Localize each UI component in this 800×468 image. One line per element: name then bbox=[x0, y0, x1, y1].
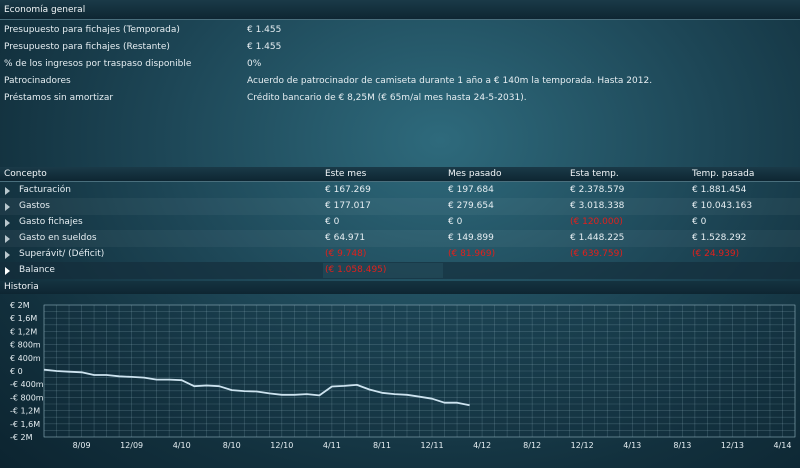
y-tick-label: -€ 400m bbox=[10, 380, 44, 389]
x-tick-label: 12/12 bbox=[571, 441, 594, 450]
x-tick-label: 8/11 bbox=[373, 441, 391, 450]
y-tick-label: € 400m bbox=[10, 354, 41, 363]
value-last-season: € 1.528.292 bbox=[692, 233, 747, 243]
value-this-season: € 3.018.338 bbox=[570, 201, 625, 211]
value-this-month: € 167.269 bbox=[325, 185, 371, 195]
table-row-wages[interactable]: Gasto en sueldos € 64.971 € 149.899 € 1.… bbox=[0, 230, 800, 247]
row-value: 0% bbox=[247, 59, 262, 69]
value-this-month: € 64.971 bbox=[325, 233, 366, 243]
x-tick-label: 12/11 bbox=[420, 441, 443, 450]
value-this-season: (€ 120.000) bbox=[570, 217, 623, 227]
y-tick-label: -€ 1,2M bbox=[10, 407, 40, 416]
y-tick-label: € 1,2M bbox=[10, 327, 37, 336]
row-value: € 1.455 bbox=[247, 42, 282, 52]
y-tick-label: -€ 800m bbox=[10, 393, 44, 402]
balance-value: (€ 1.058.495) bbox=[325, 265, 387, 275]
economy-header: Economía general bbox=[0, 0, 800, 20]
col-header-concept[interactable]: Concepto bbox=[4, 169, 47, 179]
economy-header-title: Economía general bbox=[4, 5, 86, 15]
table-row-surplus-deficit[interactable]: Superávit/ (Déficit) (€ 9.748) (€ 81.969… bbox=[0, 246, 800, 263]
concept-label: Facturación bbox=[19, 185, 71, 195]
value-last-month: € 279.654 bbox=[448, 201, 494, 211]
economy-row-transfer-income-percent: % de los ingresos por traspaso disponibl… bbox=[0, 56, 800, 73]
economy-row-sponsors: Patrocinadores Acuerdo de patrocinador d… bbox=[0, 73, 800, 90]
history-chart: € 2M € 1,6M € 1,2M € 800m € 400m € 0 -€ 400m -€… bbox=[10, 301, 796, 450]
row-label: Presupuesto para fichajes (Restante) bbox=[4, 42, 170, 52]
y-tick-label: € 800m bbox=[10, 341, 41, 350]
expand-arrow-icon[interactable] bbox=[5, 203, 10, 211]
value-last-season: € 10.043.163 bbox=[692, 201, 753, 211]
value-last-season: (€ 24.939) bbox=[692, 249, 740, 259]
value-last-month: (€ 81.969) bbox=[448, 249, 496, 259]
row-value: Acuerdo de patrocinador de camiseta dura… bbox=[247, 76, 653, 86]
x-tick-label: 8/12 bbox=[523, 441, 541, 450]
x-tick-label: 8/09 bbox=[73, 441, 91, 450]
table-row-expenses[interactable]: Gastos € 177.017 € 279.654 € 3.018.338 €… bbox=[0, 198, 800, 215]
row-label: % de los ingresos por traspaso disponibl… bbox=[4, 59, 192, 69]
row-value: Crédito bancario de € 8,25M (€ 65m/al me… bbox=[247, 93, 527, 103]
concept-label: Superávit/ (Déficit) bbox=[19, 249, 105, 259]
value-last-season: € 1.881.454 bbox=[692, 185, 747, 195]
concept-label: Gasto fichajes bbox=[19, 217, 83, 227]
expand-arrow-icon[interactable] bbox=[5, 267, 10, 275]
col-header-this-month[interactable]: Este mes bbox=[325, 169, 366, 179]
row-label: Presupuesto para fichajes (Temporada) bbox=[4, 25, 180, 35]
value-this-season: € 1.448.225 bbox=[570, 233, 625, 243]
y-tick-label: -€ 1,6M bbox=[10, 420, 40, 429]
economy-row-loans: Préstamos sin amortizar Crédito bancario… bbox=[0, 90, 800, 107]
value-this-month: € 0 bbox=[325, 217, 340, 227]
value-last-season: € 0 bbox=[692, 217, 707, 227]
row-value: € 1.455 bbox=[247, 25, 282, 35]
col-header-last-season[interactable]: Temp. pasada bbox=[692, 169, 754, 179]
row-label: Préstamos sin amortizar bbox=[4, 93, 114, 103]
x-tick-label: 4/10 bbox=[173, 441, 191, 450]
row-label: Patrocinadores bbox=[4, 76, 71, 86]
value-last-month: € 149.899 bbox=[448, 233, 494, 243]
expand-arrow-icon[interactable] bbox=[5, 251, 10, 259]
x-tick-label: 4/13 bbox=[623, 441, 641, 450]
col-header-this-season[interactable]: Esta temp. bbox=[570, 169, 619, 179]
value-last-month: € 197.684 bbox=[448, 185, 494, 195]
x-tick-label: 12/13 bbox=[721, 441, 744, 450]
value-this-month: (€ 9.748) bbox=[325, 249, 367, 259]
y-tick-label: € 0 bbox=[10, 367, 23, 376]
x-tick-label: 12/09 bbox=[120, 441, 143, 450]
y-tick-label: € 2M bbox=[10, 301, 30, 310]
economy-row-transfer-budget-season: Presupuesto para fichajes (Temporada) € … bbox=[0, 22, 800, 39]
col-header-last-month[interactable]: Mes pasado bbox=[448, 169, 502, 179]
y-tick-label: -€ 2M bbox=[10, 433, 33, 442]
expand-arrow-icon[interactable] bbox=[5, 235, 10, 243]
table-row-balance[interactable]: Balance (€ 1.058.495) bbox=[0, 262, 800, 279]
concept-label: Gastos bbox=[19, 201, 50, 211]
x-tick-label: 4/14 bbox=[773, 441, 791, 450]
y-tick-label: € 1,6M bbox=[10, 314, 37, 323]
value-this-season: € 2.378.579 bbox=[570, 185, 625, 195]
expand-arrow-icon[interactable] bbox=[5, 187, 10, 195]
economy-row-transfer-budget-remaining: Presupuesto para fichajes (Restante) € 1… bbox=[0, 39, 800, 56]
value-this-season: (€ 639.759) bbox=[570, 249, 623, 259]
value-last-month: € 0 bbox=[448, 217, 463, 227]
expand-arrow-icon[interactable] bbox=[5, 219, 10, 227]
table-row-revenue[interactable]: Facturación € 167.269 € 197.684 € 2.378.… bbox=[0, 182, 800, 199]
finance-table-header: Concepto Este mes Mes pasado Esta temp. … bbox=[0, 167, 800, 182]
concept-label: Gasto en sueldos bbox=[19, 233, 97, 243]
x-tick-label: 12/10 bbox=[270, 441, 293, 450]
x-tick-label: 4/12 bbox=[473, 441, 491, 450]
balance-label: Balance bbox=[19, 265, 55, 275]
x-tick-label: 8/13 bbox=[673, 441, 691, 450]
value-this-month: € 177.017 bbox=[325, 201, 371, 211]
history-title: Historia bbox=[4, 282, 39, 292]
table-row-transfer-spending[interactable]: Gasto fichajes € 0 € 0 (€ 120.000) € 0 bbox=[0, 214, 800, 231]
x-tick-label: 4/11 bbox=[323, 441, 341, 450]
x-tick-label: 8/10 bbox=[223, 441, 241, 450]
